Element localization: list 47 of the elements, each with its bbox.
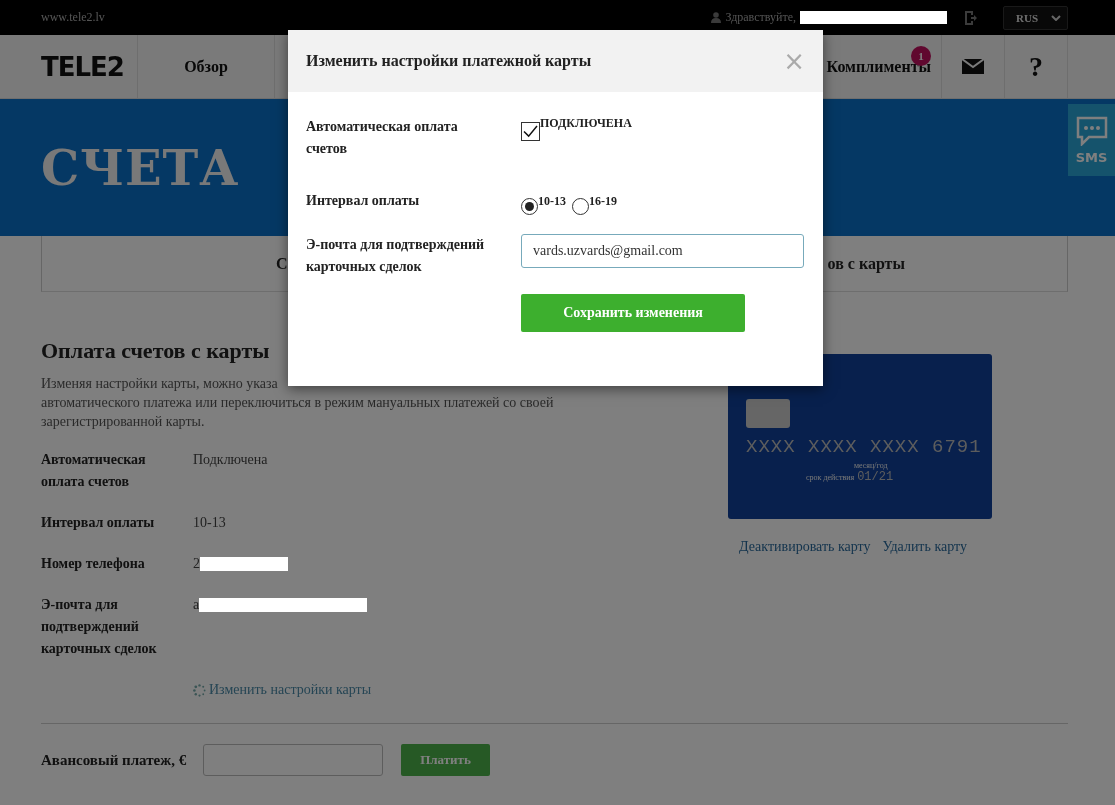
card-link[interactable]: Деактивировать карту [739, 539, 871, 555]
save-button[interactable]: Сохранить изменения [521, 294, 745, 332]
envelope-icon [962, 59, 984, 74]
field-label: Автоматическая оплата счетов [41, 451, 147, 491]
field-label: Автоматическая оплата счетов [306, 118, 459, 158]
sms-button[interactable]: SMS [1068, 104, 1115, 176]
field-value: 2 [193, 555, 200, 573]
logo[interactable]: TELE2 [41, 35, 137, 98]
spinner-icon [193, 683, 206, 697]
field-value: Подключена [193, 451, 268, 469]
section-title: Оплата счетов с карты [41, 338, 271, 364]
advance-label: Авансовый платеж, € [41, 751, 188, 769]
field-label: Э-почта для подтверждений карточных сделок [41, 596, 158, 658]
nav-item[interactable]: ? [1004, 35, 1068, 98]
expiry-date: 01/21 [857, 470, 894, 484]
field-label: Номер телефона [41, 555, 146, 573]
greeting-text: Здравствуйте, [725, 10, 796, 25]
expiry-caption: месяц/год [854, 461, 889, 470]
valid-caption: срок действия [806, 473, 855, 482]
radio-label: 16-19 [589, 193, 617, 209]
checkbox-label: ПОДКЛЮЧЕНА [540, 116, 632, 131]
close-button[interactable]: × [783, 46, 805, 76]
tab[interactable]: С [276, 254, 288, 273]
checkbox[interactable] [521, 121, 540, 141]
field-label: Интервал оплаты [306, 192, 421, 210]
sms-label: SMS [1075, 149, 1108, 165]
dialog-title: Изменить настройки платежной карты [306, 52, 592, 70]
page-title: СЧЕТА [41, 139, 240, 196]
chevron-down-icon [1051, 14, 1061, 21]
user-icon [711, 12, 722, 23]
amount-field[interactable] [203, 744, 383, 776]
site-address: www.tele2.lv [41, 10, 105, 25]
edit-settings-link[interactable]: Изменить настройки карты [193, 682, 681, 698]
card-link[interactable]: Удалить карту [882, 539, 967, 555]
nav-item[interactable]: Обзор [137, 35, 274, 98]
field-label: Э-почта для подтверждений карточных сделок [306, 236, 486, 276]
chat-bubble-icon [1074, 115, 1109, 146]
language-select[interactable]: RUS [1003, 5, 1068, 30]
field-label: Интервал оплаты [41, 514, 156, 532]
field-value: a [193, 596, 200, 614]
description-text: Изменяя настройки карты, можно указа автоматического платежа или переключиться в режим мануальных платежей со своей зарегистрированной карты. [41, 375, 555, 431]
chip-icon [746, 399, 790, 428]
radio-label: 10-13 [538, 193, 566, 209]
tab[interactable]: ов с карты [827, 254, 905, 273]
field-value: 10-13 [193, 514, 226, 532]
email-field[interactable]: vards.uzvards@gmail.com [521, 234, 804, 268]
card-number: XXXX XXXX XXXX 6791 [746, 436, 983, 458]
